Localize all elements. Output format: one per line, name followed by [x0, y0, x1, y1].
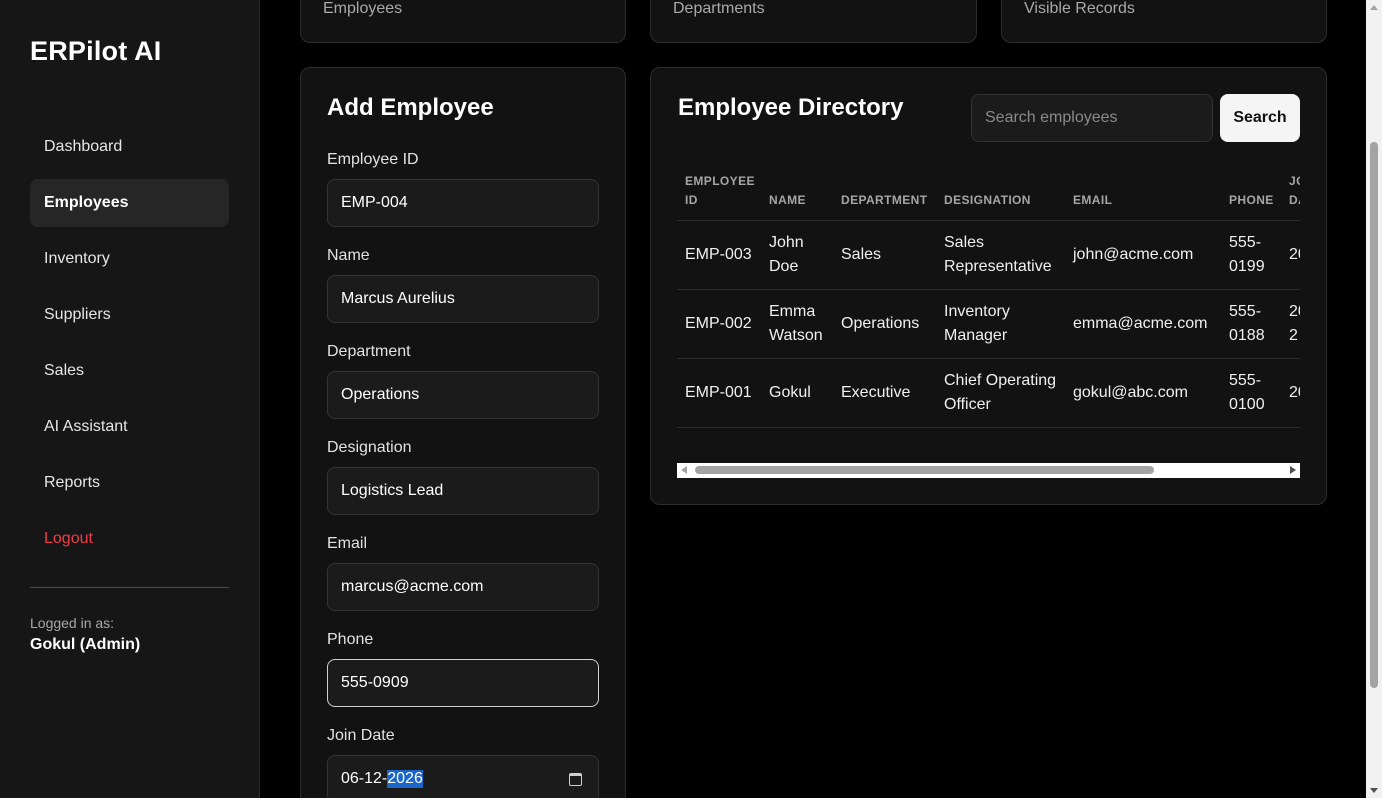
search-placeholder: Search employees [985, 109, 1118, 126]
cell-email: john@acme.com [1065, 220, 1221, 290]
cell-phone: 555-0188 [1221, 289, 1281, 359]
table-row: EMP-003 John Doe Sales Sales Representat… [677, 220, 1300, 290]
phone-label: Phone [327, 631, 374, 648]
cell-join-date: 20 2 [1281, 289, 1300, 359]
search-button[interactable]: Search [1220, 94, 1300, 142]
name-input[interactable]: Marcus Aurelius [327, 275, 599, 323]
stat-card-employees: Employees [300, 0, 626, 43]
app-brand: ERPilot AI [30, 36, 162, 66]
add-employee-panel: Add Employee Employee ID EMP-004 Name Ma… [300, 67, 626, 798]
table-horizontal-scrollbar[interactable] [677, 463, 1300, 478]
table-row: EMP-001 Gokul Executive Chief Operating … [677, 358, 1300, 428]
scroll-down-arrow-icon[interactable] [1370, 788, 1378, 793]
cell-phone: 555-0100 [1221, 358, 1281, 428]
cell-email: emma@acme.com [1065, 289, 1221, 359]
stat-card-departments: Departments [650, 0, 977, 43]
column-header-name: NAME [761, 168, 833, 221]
stat-card-visible-records: Visible Records [1001, 0, 1327, 43]
employee-id-input[interactable]: EMP-004 [327, 179, 599, 227]
column-header-email: EMAIL [1065, 168, 1221, 221]
column-header-employee-id: EMPLOYEE ID [677, 168, 761, 221]
logged-in-user: Gokul (Admin) [30, 636, 141, 653]
calendar-icon[interactable] [569, 773, 582, 786]
designation-input[interactable]: Logistics Lead [327, 467, 599, 515]
sidebar-divider [30, 587, 229, 588]
cell-designation: Sales Representative [936, 220, 1065, 290]
logout-button[interactable]: Logout [30, 515, 229, 563]
employee-table-container[interactable]: EMPLOYEE ID NAME DEPARTMENT DESIGNATION … [677, 168, 1300, 468]
scrollbar-thumb[interactable] [695, 466, 1154, 474]
employee-table: EMPLOYEE ID NAME DEPARTMENT DESIGNATION … [677, 168, 1300, 428]
scroll-right-arrow-icon[interactable] [1290, 466, 1296, 474]
department-value: Operations [341, 386, 420, 403]
cell-join-date: 20 [1281, 220, 1300, 290]
cell-name: Emma Watson [761, 289, 833, 359]
department-input[interactable]: Operations [327, 371, 599, 419]
search-input[interactable]: Search employees [971, 94, 1213, 142]
stat-label: Departments [673, 0, 765, 17]
cell-designation: Chief Operating Officer [936, 358, 1065, 428]
cell-phone: 555-0199 [1221, 220, 1281, 290]
page-vertical-scrollbar[interactable] [1366, 0, 1382, 798]
sidebar-item-reports[interactable]: Reports [30, 459, 229, 507]
sidebar-nav: Dashboard Employees Inventory Suppliers … [30, 123, 229, 571]
cell-department: Sales [833, 220, 936, 290]
email-value: marcus@acme.com [341, 578, 484, 595]
sidebar-item-employees[interactable]: Employees [30, 179, 229, 227]
email-label: Email [327, 535, 368, 552]
phone-input[interactable]: 555-0909 [327, 659, 599, 707]
table-header-row: EMPLOYEE ID NAME DEPARTMENT DESIGNATION … [677, 168, 1300, 221]
join-date-value: 06-12- [341, 770, 388, 787]
name-label: Name [327, 247, 370, 264]
sidebar-item-sales[interactable]: Sales [30, 347, 229, 395]
join-date-year-selected: 2026 [387, 770, 423, 788]
scroll-up-arrow-icon[interactable] [1370, 5, 1378, 10]
cell-department: Operations [833, 289, 936, 359]
join-date-input[interactable]: 06-12- 2026 [327, 755, 599, 798]
designation-value: Logistics Lead [341, 482, 444, 499]
logged-in-label: Logged in as: [30, 615, 115, 631]
scrollbar-thumb[interactable] [1370, 142, 1378, 688]
employee-directory-panel: Employee Directory Search employees Sear… [650, 67, 1327, 505]
sidebar: ERPilot AI Dashboard Employees Inventory… [0, 0, 260, 798]
sidebar-item-suppliers[interactable]: Suppliers [30, 291, 229, 339]
employee-directory-title: Employee Directory [678, 94, 904, 121]
designation-label: Designation [327, 439, 412, 456]
email-input[interactable]: marcus@acme.com [327, 563, 599, 611]
column-header-phone: PHONE [1221, 168, 1281, 221]
column-header-designation: DESIGNATION [936, 168, 1065, 221]
cell-department: Executive [833, 358, 936, 428]
cell-email: gokul@abc.com [1065, 358, 1221, 428]
cell-join-date: 20 [1281, 358, 1300, 428]
cell-designation: Inventory Manager [936, 289, 1065, 359]
cell-name: John Doe [761, 220, 833, 290]
stat-label: Employees [323, 0, 403, 17]
stat-label: Visible Records [1024, 0, 1135, 17]
name-value: Marcus Aurelius [341, 290, 455, 307]
phone-value: 555-0909 [341, 674, 409, 691]
join-date-label: Join Date [327, 727, 395, 744]
cell-employee-id: EMP-001 [677, 358, 761, 428]
column-header-join-date: JOIN DATE [1281, 168, 1300, 221]
department-label: Department [327, 343, 411, 360]
employee-id-value: EMP-004 [341, 194, 408, 211]
scroll-left-arrow-icon[interactable] [681, 466, 687, 474]
sidebar-item-inventory[interactable]: Inventory [30, 235, 229, 283]
column-header-department: DEPARTMENT [833, 168, 936, 221]
sidebar-item-dashboard[interactable]: Dashboard [30, 123, 229, 171]
cell-employee-id: EMP-003 [677, 220, 761, 290]
table-row: EMP-002 Emma Watson Operations Inventory… [677, 289, 1300, 359]
cell-employee-id: EMP-002 [677, 289, 761, 359]
sidebar-item-ai-assistant[interactable]: AI Assistant [30, 403, 229, 451]
cell-name: Gokul [761, 358, 833, 428]
employee-id-label: Employee ID [327, 151, 419, 168]
add-employee-title: Add Employee [327, 94, 494, 121]
